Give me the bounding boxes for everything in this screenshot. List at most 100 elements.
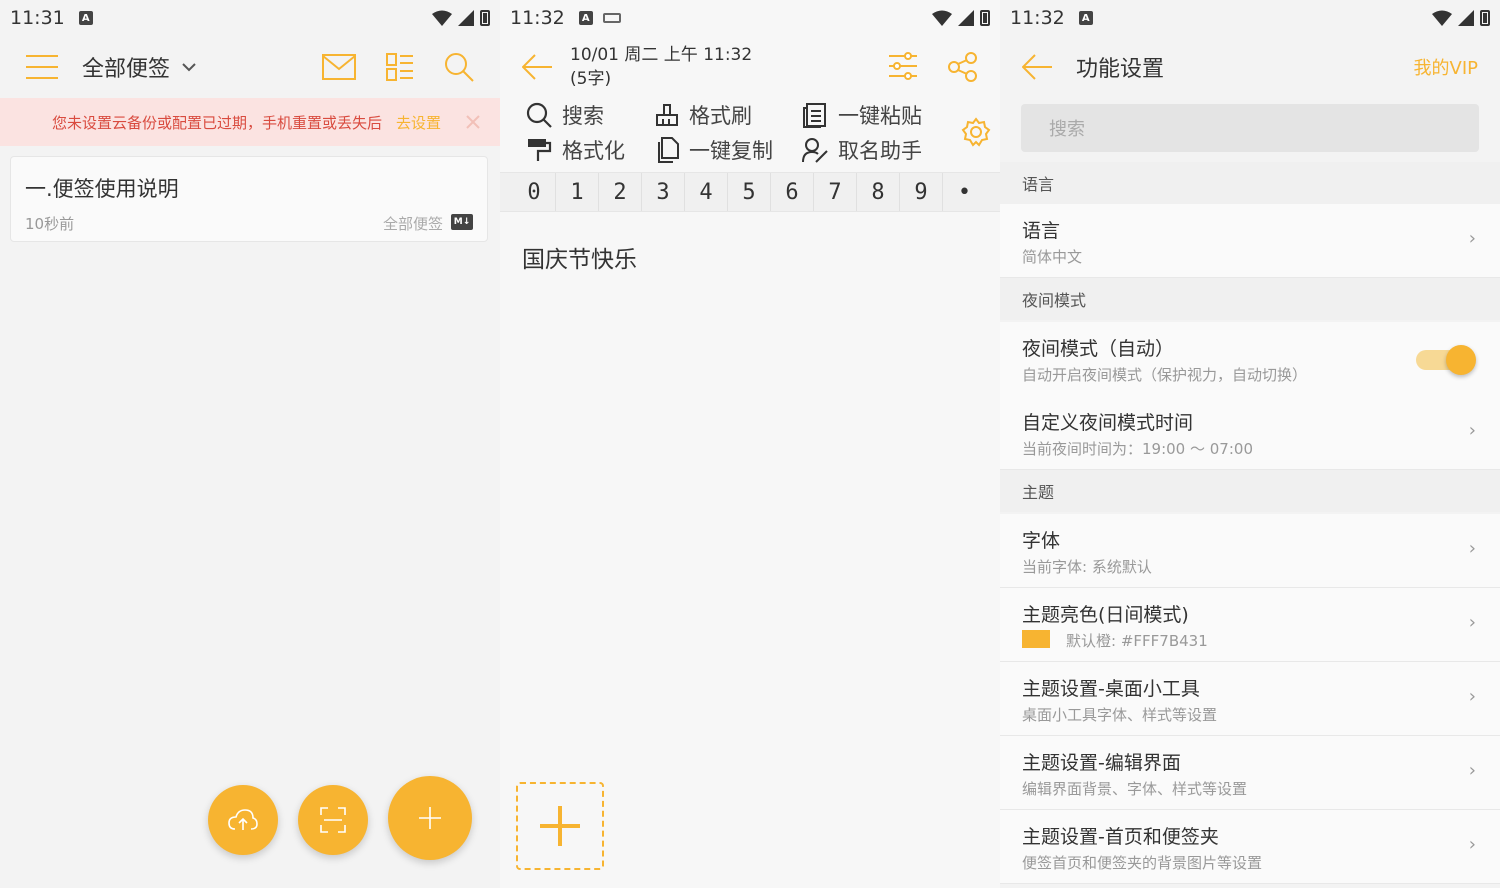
signal-icon [458, 10, 474, 26]
number-key[interactable]: 6 [771, 173, 814, 211]
row-title: 语言 [1022, 220, 1061, 242]
format-brush-label: 格式刷 [689, 104, 752, 128]
note-title: 一.便签使用说明 [25, 177, 179, 201]
banner-text: 您未设置云备份或配置已过期，手机重置或丢失后 [52, 113, 383, 132]
note-content[interactable]: 国庆节快乐 [522, 240, 637, 274]
banner-setup-link[interactable]: 去设置 [396, 112, 441, 133]
row-title: 主题设置-编辑界面 [1022, 752, 1181, 774]
editor-screen: 11:32 A 10/01 周二 上午 11:32 (5字) 搜索 格式化 格式… [500, 0, 1000, 888]
number-key[interactable]: 9 [900, 173, 943, 211]
section-header-theme: 主题 [1000, 470, 1500, 512]
notification-icon: A [578, 11, 593, 25]
note-folder: 全部便签 [382, 215, 443, 233]
row-subtitle: 默认橙: #FFF7B431 [1066, 632, 1208, 650]
number-key[interactable]: 8 [857, 173, 900, 211]
note-time: 10秒前 [25, 215, 75, 233]
font-row[interactable]: 字体 当前字体: 系统默认 › [1000, 514, 1500, 588]
theme-color-row[interactable]: 主题亮色(日间模式) 默认橙: #FFF7B431 › [1000, 588, 1500, 662]
row-subtitle: 当前字体: 系统默认 [1022, 558, 1152, 576]
status-bar: 11:31 A [0, 0, 500, 36]
copy-tool[interactable]: 一键复制 [655, 135, 773, 165]
battery-icon [1480, 10, 1490, 26]
menu-icon[interactable] [26, 53, 58, 81]
row-subtitle: 自动开启夜间模式（保护视力，自动切换） [1022, 366, 1308, 384]
number-key[interactable]: 3 [642, 173, 685, 211]
note-meta: 10/01 周二 上午 11:32 (5字) [570, 43, 752, 91]
notification-icon: A [1078, 11, 1093, 25]
row-title: 夜间模式（自动） [1022, 338, 1175, 360]
chevron-right-icon: › [1468, 612, 1476, 633]
folder-title: 全部便签 [82, 57, 171, 82]
status-time: 11:32 [510, 7, 565, 29]
row-title: 主题亮色(日间模式) [1022, 604, 1189, 626]
back-arrow-icon[interactable] [1022, 54, 1052, 80]
night-auto-row[interactable]: 夜间模式（自动） 自动开启夜间模式（保护视力，自动切换） [1000, 322, 1500, 396]
battery-icon [480, 10, 490, 26]
sliders-icon[interactable] [888, 52, 918, 80]
search-tool-label: 搜索 [562, 104, 604, 128]
search-tool[interactable]: 搜索 [526, 100, 604, 130]
back-arrow-icon[interactable] [522, 54, 552, 80]
plus-icon [419, 807, 441, 829]
my-vip-link[interactable]: 我的VIP [1414, 54, 1478, 80]
number-key[interactable]: 1 [556, 173, 599, 211]
night-time-row[interactable]: 自定义夜间模式时间 当前夜间时间为：19:00 ～ 07:00 › [1000, 396, 1500, 470]
wifi-icon [1432, 10, 1452, 26]
folder-selector[interactable]: 全部便签 [82, 51, 196, 83]
close-icon[interactable] [466, 115, 480, 129]
row-subtitle: 当前夜间时间为：19:00 ～ 07:00 [1022, 440, 1253, 458]
battery-icon [980, 10, 990, 26]
note-date: 10/01 周二 上午 11:32 [570, 45, 753, 65]
number-key[interactable]: 0 [513, 173, 556, 211]
language-row[interactable]: 语言 简体中文 › [1000, 204, 1500, 278]
layout-icon[interactable] [386, 53, 414, 81]
color-swatch [1022, 630, 1050, 648]
number-key[interactable]: 7 [814, 173, 857, 211]
cloud-upload-button[interactable] [208, 785, 278, 855]
settings-search-input[interactable]: 搜索 [1021, 104, 1479, 152]
naming-tool[interactable]: 取名助手 [802, 135, 922, 165]
mail-icon[interactable] [322, 54, 356, 80]
wifi-icon [932, 10, 952, 26]
section-header-language: 语言 [1000, 162, 1500, 204]
night-mode-toggle-knob[interactable] [1446, 345, 1476, 375]
chevron-right-icon: › [1468, 228, 1476, 249]
wifi-icon [432, 10, 452, 26]
add-note-button[interactable] [388, 776, 472, 860]
settings-gear-icon[interactable] [961, 117, 991, 147]
person-edit-icon [802, 138, 828, 163]
format-brush-tool[interactable]: 格式刷 [655, 100, 752, 130]
row-title: 字体 [1022, 530, 1061, 552]
note-card[interactable]: 一.便签使用说明 10秒前 全部便签 M↓ [10, 156, 488, 242]
share-icon[interactable] [948, 52, 978, 82]
paste-tool[interactable]: 一键粘贴 [802, 100, 922, 130]
cloud-upload-icon [228, 809, 258, 830]
number-key[interactable]: • [943, 173, 986, 211]
number-key[interactable]: 5 [728, 173, 771, 211]
scan-button[interactable] [298, 785, 368, 855]
format-tool[interactable]: 格式化 [526, 135, 625, 165]
keyboard-icon [602, 13, 621, 23]
theme-editor-row[interactable]: 主题设置-编辑界面 编辑界面背景、字体、样式等设置 › [1000, 736, 1500, 810]
theme-widget-row[interactable]: 主题设置-桌面小工具 桌面小工具字体、样式等设置 › [1000, 662, 1500, 736]
row-title: 主题设置-首页和便签夹 [1022, 826, 1219, 848]
chevron-right-icon: › [1468, 686, 1476, 707]
scan-icon [320, 807, 346, 833]
chevron-right-icon: › [1468, 834, 1476, 855]
notes-list-screen: 11:31 A 全部便签 您未设置云备份或配置已过期，手机重置或丢失后 去设置 … [0, 0, 500, 888]
theme-home-row[interactable]: 主题设置-首页和便签夹 便签首页和便签夹的背景图片等设置 › [1000, 810, 1500, 884]
chevron-right-icon: › [1468, 420, 1476, 441]
settings-screen: 11:32 A 功能设置 我的VIP 搜索 语言 语言 简体中文 › 夜间模式 … [1000, 0, 1500, 888]
status-bar: 11:32 A [500, 0, 1000, 36]
add-attachment-button[interactable] [516, 782, 604, 870]
row-title: 自定义夜间模式时间 [1022, 412, 1194, 434]
row-subtitle: 桌面小工具字体、样式等设置 [1022, 706, 1218, 724]
chevron-down-icon [182, 63, 196, 72]
search-icon [526, 102, 552, 128]
search-icon[interactable] [444, 52, 474, 82]
number-key[interactable]: 4 [685, 173, 728, 211]
notification-icon: A [78, 11, 93, 25]
number-key[interactable]: 2 [599, 173, 642, 211]
app-bar: 全部便签 [0, 36, 500, 98]
row-title: 主题设置-桌面小工具 [1022, 678, 1200, 700]
